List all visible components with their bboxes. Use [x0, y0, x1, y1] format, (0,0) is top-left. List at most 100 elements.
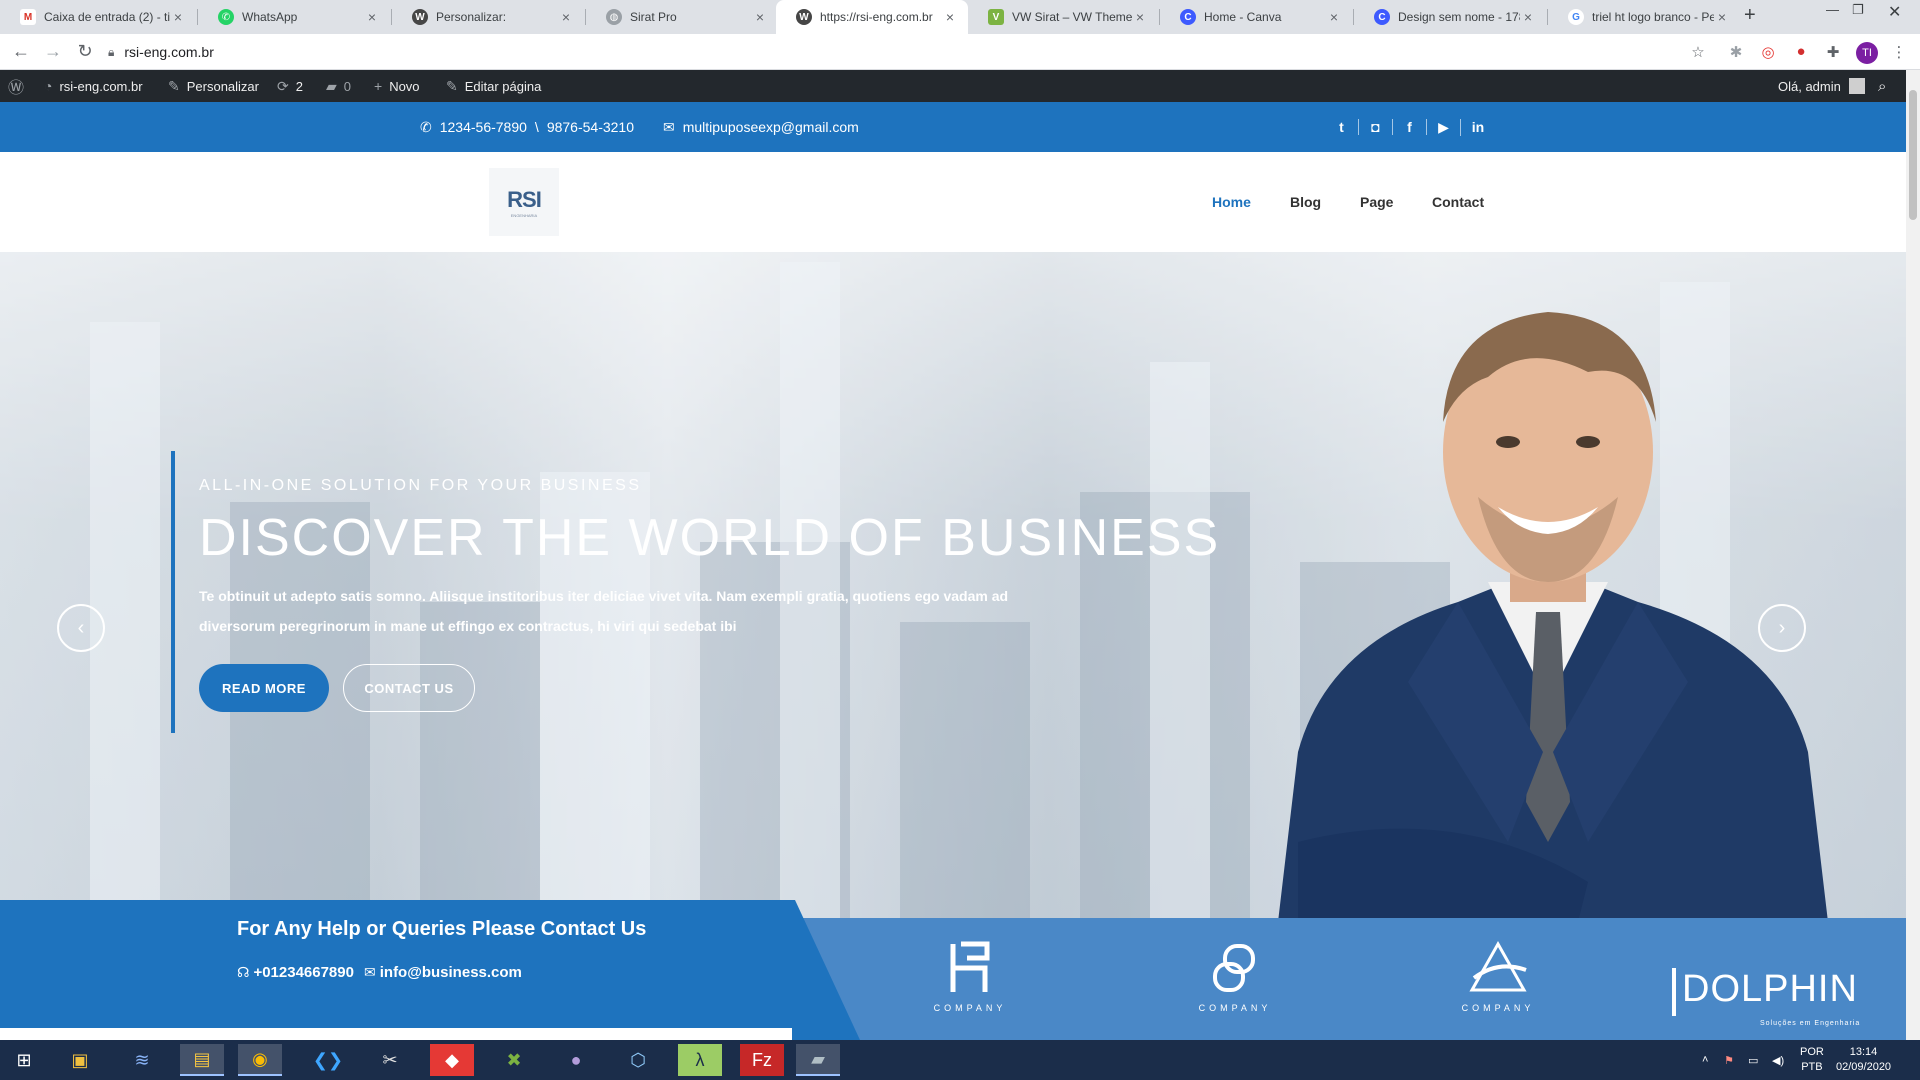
close-icon[interactable]: × [364, 9, 380, 25]
app-paint-icon[interactable]: ✂ [368, 1044, 412, 1076]
clock[interactable]: 13:14 02/09/2020 [1836, 1045, 1891, 1075]
close-icon[interactable]: × [170, 9, 186, 25]
contact-band-title: For Any Help or Queries Please Contact U… [237, 918, 647, 940]
close-icon[interactable]: × [942, 9, 958, 25]
minimize-icon[interactable]: — [1826, 2, 1839, 17]
wp-comments-link[interactable]: ▰ 0 [326, 70, 351, 102]
opera-extension-icon[interactable]: ● [1791, 43, 1811, 60]
app-notes-icon[interactable]: ▰ [796, 1044, 840, 1076]
search-icon[interactable]: ⌕ [1878, 70, 1886, 102]
app-mysql-icon[interactable]: ≋ [120, 1044, 164, 1076]
eclipse-icon[interactable]: ● [554, 1044, 598, 1076]
canva-icon: C [1374, 9, 1390, 25]
restore-icon[interactable]: ❐ [1852, 2, 1864, 18]
reload-icon[interactable]: ↻ [74, 41, 96, 62]
social-links: t ◘ f ▶ in [1325, 117, 1495, 137]
extensions-puzzle-icon[interactable]: ✚ [1823, 43, 1843, 61]
nav-home[interactable]: Home [1212, 152, 1251, 252]
windows-start-icon[interactable]: ⊞ [2, 1044, 46, 1076]
language-indicator[interactable]: POR PTB [1800, 1040, 1824, 1080]
tray-flag-icon[interactable]: ⚑ [1724, 1040, 1734, 1080]
slider-next-arrow-icon[interactable]: › [1758, 604, 1806, 652]
envelope-icon: ✉ [663, 118, 675, 135]
tab-personalizar[interactable]: W Personalizar: × [392, 0, 584, 34]
wp-edit-page-link[interactable]: ✎ Editar página [446, 70, 541, 102]
read-more-button[interactable]: READ MORE [199, 664, 329, 712]
partner-logo-triangle[interactable]: COMPANY [1458, 940, 1538, 1013]
youtube-icon[interactable]: ▶ [1427, 118, 1461, 136]
email-link[interactable]: multipuposeexp@gmail.com [683, 119, 859, 135]
menu-kebab-icon[interactable]: ⋮ [1889, 43, 1909, 61]
tab-title: Home - Canva [1204, 10, 1282, 24]
close-icon[interactable]: × [1132, 9, 1148, 25]
nav-blog[interactable]: Blog [1290, 152, 1321, 252]
nav-contact[interactable]: Contact [1432, 152, 1484, 252]
app-box-icon[interactable]: ⬡ [616, 1044, 660, 1076]
brush-icon: ✎ [168, 77, 180, 94]
site-logo[interactable]: RSI ENGENHARIA [489, 168, 559, 236]
tab-google-search[interactable]: G triel ht logo branco - Pe × [1548, 0, 1740, 34]
tray-expand-icon[interactable]: ˄ [1702, 1040, 1708, 1080]
google-icon: G [1568, 9, 1584, 25]
close-window-icon[interactable]: ✕ [1888, 2, 1901, 22]
wp-updates-count: 2 [295, 78, 303, 94]
instagram-icon[interactable]: ◘ [1359, 119, 1393, 135]
wp-updates-link[interactable]: ⟳ 2 [277, 70, 303, 102]
phone-primary[interactable]: 1234-56-7890 [440, 119, 527, 135]
wp-customize-link[interactable]: ✎ Personalizar [168, 70, 259, 102]
network-icon[interactable]: ▭ [1748, 1040, 1758, 1080]
tab-canva-home[interactable]: C Home - Canva × [1160, 0, 1352, 34]
contact-band-email[interactable]: ✉ info@business.com [364, 964, 522, 981]
linkedin-icon[interactable]: in [1461, 119, 1495, 135]
dolphin-tagline: Soluções em Engenharia [1760, 1020, 1861, 1027]
close-icon[interactable]: × [1520, 9, 1536, 25]
company-link-logo-icon [1213, 944, 1255, 992]
wordpress-logo-icon[interactable]: Ⓦ [8, 70, 31, 102]
pin-extension-icon[interactable]: ✱ [1726, 43, 1746, 61]
tab-whatsapp[interactable]: ✆ WhatsApp × [198, 0, 390, 34]
partner-logo-dolphin[interactable]: DOLPHIN Soluções em Engenharia [1668, 968, 1859, 1027]
git-icon[interactable]: ◆ [430, 1044, 474, 1076]
browser-toolbar: ← → ↻ 🔒︎ rsi-eng.com.br ☆ ✱ ◎ ● ✚ ⋮ [0, 34, 1920, 70]
profile-avatar[interactable]: TI [1856, 42, 1878, 64]
file-explorer-icon[interactable]: ▤ [180, 1044, 224, 1076]
close-icon[interactable]: × [1326, 9, 1342, 25]
company-triangle-logo-icon [1469, 940, 1527, 992]
nav-page[interactable]: Page [1360, 152, 1393, 252]
topbar-phones: ✆ 1234-56-7890 \ 9876-54-3210 [420, 102, 634, 152]
tab-gmail[interactable]: M Caixa de entrada (2) - ti × [0, 0, 196, 34]
close-icon[interactable]: × [1714, 9, 1730, 25]
address-bar[interactable]: 🔒︎ rsi-eng.com.br [108, 38, 1708, 66]
close-icon[interactable]: × [558, 9, 574, 25]
facebook-icon[interactable]: f [1393, 119, 1427, 135]
app-x-icon[interactable]: ✖ [492, 1044, 536, 1076]
back-icon[interactable]: ← [10, 41, 32, 62]
tab-rsi-eng[interactable]: W https://rsi-eng.com.br × [776, 0, 968, 34]
new-tab-button[interactable]: + [1744, 4, 1756, 27]
partner-logo-h[interactable]: COMPANY [930, 940, 1010, 1013]
tab-sirat-pro[interactable]: ◍ Sirat Pro × [586, 0, 778, 34]
app-maps-icon[interactable]: ▣ [58, 1044, 102, 1076]
slider-prev-arrow-icon[interactable]: ‹ [57, 604, 105, 652]
wp-new-link[interactable]: + Novo [374, 70, 420, 102]
vscode-icon[interactable]: ❮❯ [306, 1044, 350, 1076]
contact-us-button[interactable]: CONTACT US [343, 664, 475, 712]
filezilla-icon[interactable]: Fz [740, 1044, 784, 1076]
forward-icon[interactable]: → [42, 41, 64, 62]
wp-account-menu[interactable]: Olá, admin [1778, 70, 1865, 102]
scrollbar-thumb[interactable] [1909, 90, 1917, 220]
tab-vw-sirat[interactable]: V VW Sirat – VW Themes × [968, 0, 1158, 34]
extension-target-icon[interactable]: ◎ [1758, 43, 1778, 61]
contact-band-phone[interactable]: ☊ +01234667890 [237, 964, 354, 981]
close-icon[interactable]: × [752, 9, 768, 25]
gmail-icon: M [20, 9, 36, 25]
bookmark-star-icon[interactable]: ☆ [1688, 43, 1708, 61]
lambda-icon[interactable]: λ [678, 1044, 722, 1076]
volume-icon[interactable]: ◀) [1772, 1040, 1784, 1080]
twitter-icon[interactable]: t [1325, 119, 1359, 135]
chrome-icon[interactable]: ◉ [238, 1044, 282, 1076]
tab-canva-design[interactable]: C Design sem nome - 178 × [1354, 0, 1546, 34]
phone-secondary[interactable]: 9876-54-3210 [547, 119, 634, 135]
wp-site-link[interactable]: ◔ rsi-eng.com.br [44, 70, 143, 102]
partner-logo-link[interactable]: COMPANY [1195, 940, 1275, 1013]
